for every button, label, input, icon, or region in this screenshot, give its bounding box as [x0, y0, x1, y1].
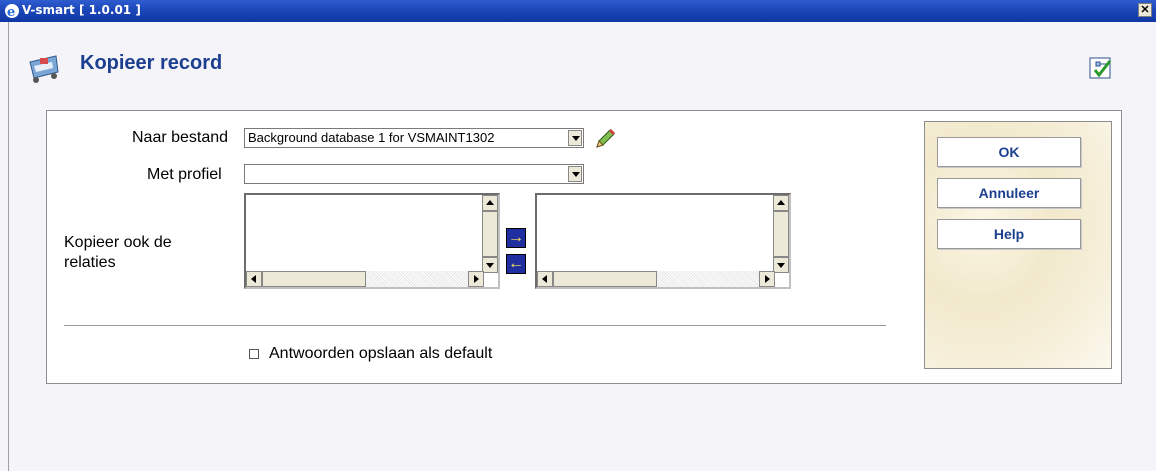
cancel-button[interactable]: Annuleer	[937, 178, 1081, 208]
move-right-button[interactable]: →	[506, 228, 526, 248]
met-profiel-label: Met profiel	[147, 166, 222, 183]
workflow-check-icon[interactable]	[1086, 54, 1116, 82]
scroll-up-icon[interactable]	[773, 195, 789, 211]
vertical-scrollbar[interactable]	[773, 195, 789, 273]
window-titlebar: e V-smart [ 1.0.01 ] ✕	[0, 0, 1156, 22]
help-button[interactable]: Help	[937, 219, 1081, 249]
scroll-thumb[interactable]	[553, 271, 657, 287]
scroll-thumb[interactable]	[482, 211, 498, 257]
naar-bestand-label: Naar bestand	[132, 129, 229, 146]
scroll-right-icon[interactable]	[468, 271, 484, 287]
naar-bestand-select[interactable]: Background database 1 for VSMAINT1302	[244, 128, 584, 148]
svg-text:e: e	[7, 5, 15, 19]
chevron-down-icon[interactable]	[568, 130, 582, 146]
scroll-down-icon[interactable]	[482, 257, 498, 273]
met-profiel-select[interactable]	[244, 164, 584, 184]
ie-icon: e	[5, 4, 19, 19]
scroll-thumb[interactable]	[773, 211, 789, 257]
horizontal-scrollbar[interactable]	[246, 271, 484, 287]
move-left-button[interactable]: ←	[506, 254, 526, 274]
horizontal-scrollbar[interactable]	[537, 271, 775, 287]
divider	[64, 325, 886, 326]
scroll-left-icon[interactable]	[537, 271, 553, 287]
available-relations-list[interactable]	[244, 193, 500, 289]
scroll-right-icon[interactable]	[759, 271, 775, 287]
chevron-down-icon[interactable]	[568, 166, 582, 182]
close-icon[interactable]: ✕	[1138, 3, 1152, 17]
relaties-label: Kopieer ook de relaties	[64, 234, 172, 271]
default-checkbox-label[interactable]: Antwoorden opslaan als default	[269, 345, 492, 363]
scroll-left-icon[interactable]	[246, 271, 262, 287]
scroll-thumb[interactable]	[262, 271, 366, 287]
window-title: V-smart [ 1.0.01 ]	[22, 3, 141, 17]
naar-bestand-value: Background database 1 for VSMAINT1302	[248, 130, 495, 145]
page-title: Kopieer record	[80, 52, 223, 74]
ok-button[interactable]: OK	[937, 137, 1081, 167]
pencil-icon[interactable]	[592, 126, 618, 152]
vertical-scrollbar[interactable]	[482, 195, 498, 273]
default-checkbox[interactable]	[249, 349, 259, 359]
selected-relations-list[interactable]	[535, 193, 791, 289]
record-cart-icon	[29, 55, 59, 83]
scroll-up-icon[interactable]	[482, 195, 498, 211]
scroll-down-icon[interactable]	[773, 257, 789, 273]
